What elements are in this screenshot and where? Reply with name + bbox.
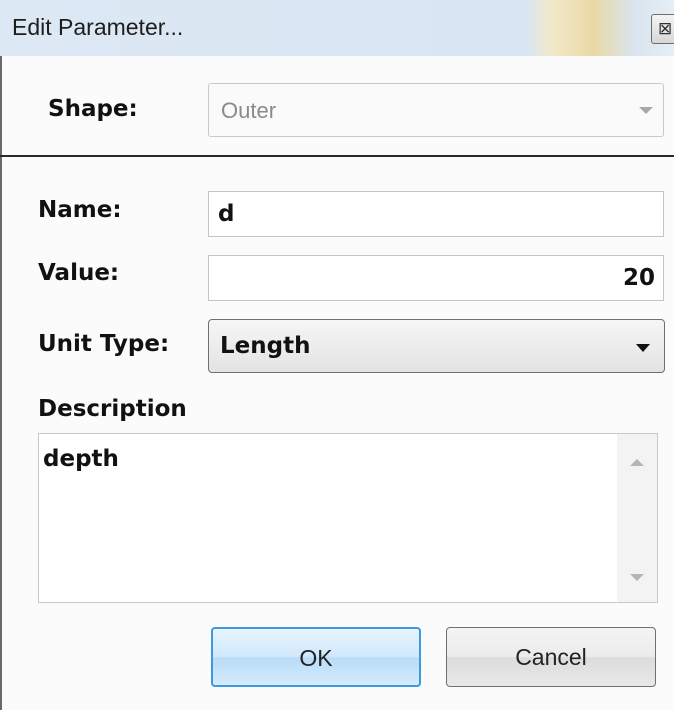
unit-type-value: Length <box>220 333 311 359</box>
name-field[interactable]: d <box>208 191 664 237</box>
shape-dropdown: Outer <box>208 83 664 137</box>
unit-type-dropdown[interactable]: Length <box>208 319 665 373</box>
cancel-button[interactable]: Cancel <box>446 627 656 687</box>
value-field[interactable]: 20 <box>208 255 664 301</box>
close-button[interactable]: ⊠ <box>651 14 674 44</box>
shape-label: Shape: <box>48 96 138 122</box>
description-text: depth <box>43 446 119 472</box>
chevron-down-icon <box>639 107 653 114</box>
unit-type-label: Unit Type: <box>38 331 170 357</box>
title-bar: Edit Parameter... ⊠ <box>0 0 674 56</box>
value-label: Value: <box>38 260 120 286</box>
window-title: Edit Parameter... <box>12 14 184 40</box>
scroll-down-arrow-icon[interactable] <box>630 574 644 581</box>
description-textarea[interactable]: depth <box>38 433 658 603</box>
separator <box>0 155 674 157</box>
ok-button[interactable]: OK <box>211 627 421 687</box>
shape-dropdown-value: Outer <box>221 98 277 123</box>
chevron-down-icon <box>636 344 650 352</box>
scroll-up-arrow-icon[interactable] <box>630 459 644 466</box>
name-label: Name: <box>38 197 122 223</box>
description-label: Description <box>38 396 187 422</box>
close-icon: ⊠ <box>658 19 673 38</box>
description-scrollbar[interactable] <box>617 434 657 602</box>
